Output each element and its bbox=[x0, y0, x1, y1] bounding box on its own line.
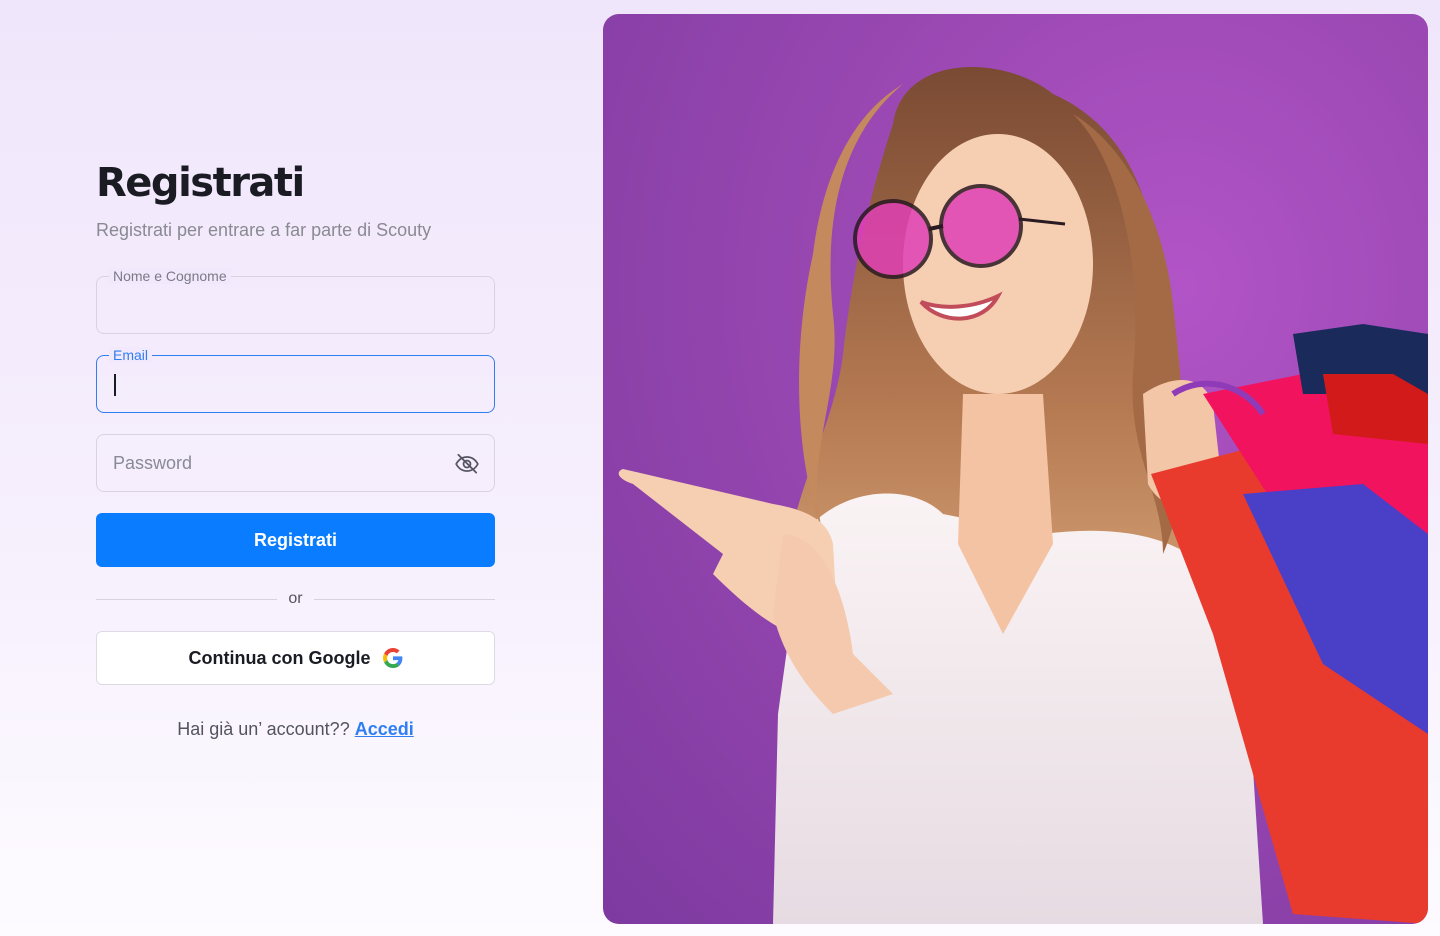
hero-image bbox=[603, 14, 1428, 924]
login-prompt: Hai già un’ account?? Accedi bbox=[96, 719, 495, 740]
eye-off-icon[interactable] bbox=[454, 451, 480, 477]
login-link[interactable]: Accedi bbox=[355, 719, 414, 739]
page-subtitle: Registrati per entrare a far parte di Sc… bbox=[96, 220, 432, 240]
shopping-woman-illustration bbox=[618, 66, 1428, 924]
google-button-label: Continua con Google bbox=[188, 647, 371, 668]
name-field[interactable]: Nome e Cognome bbox=[96, 268, 495, 334]
divider-line-right bbox=[314, 599, 495, 600]
or-divider: or bbox=[96, 589, 495, 609]
text-cursor bbox=[114, 374, 116, 396]
google-signin-button[interactable]: Continua con Google bbox=[96, 631, 495, 685]
password-input[interactable] bbox=[97, 435, 494, 491]
name-input[interactable] bbox=[97, 277, 494, 333]
page-title: Registrati bbox=[96, 160, 305, 206]
email-input[interactable] bbox=[97, 356, 494, 412]
password-field[interactable] bbox=[96, 434, 495, 492]
signup-form: Registrati Registrati per entrare a far … bbox=[96, 0, 496, 936]
email-field[interactable]: Email bbox=[96, 347, 495, 413]
google-g-icon bbox=[382, 648, 402, 668]
login-prompt-text: Hai già un’ account?? bbox=[177, 719, 350, 739]
register-button[interactable]: Registrati bbox=[96, 513, 495, 567]
